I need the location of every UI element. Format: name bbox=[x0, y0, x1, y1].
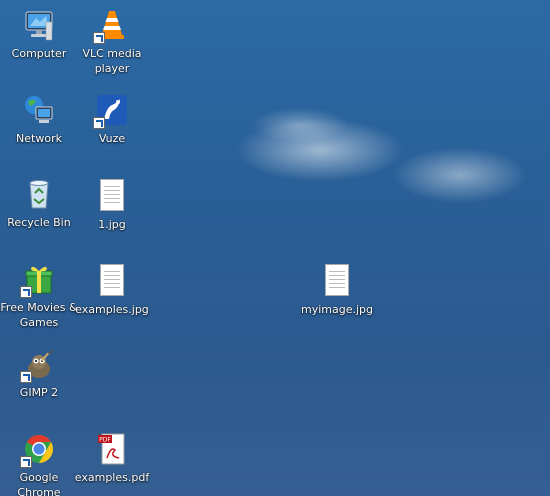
image-file-icon bbox=[95, 179, 129, 213]
desktop-icon-label: 1.jpg bbox=[98, 218, 126, 231]
desktop-icon-vlc[interactable]: VLC media player bbox=[73, 8, 151, 76]
shortcut-arrow-icon bbox=[20, 371, 32, 383]
shortcut-arrow-icon bbox=[93, 117, 105, 129]
desktop-icon-recycle-bin[interactable]: Recycle Bin bbox=[0, 177, 78, 230]
desktop-icon-examples-pdf[interactable]: PDF examples.pdf bbox=[73, 432, 151, 485]
chrome-icon bbox=[20, 432, 56, 468]
shortcut-arrow-icon bbox=[20, 456, 32, 468]
desktop-icon-label: GIMP 2 bbox=[19, 386, 59, 399]
computer-icon bbox=[22, 8, 56, 42]
desktop-icon-examples-jpg[interactable]: examples.jpg bbox=[73, 262, 151, 317]
svg-text:PDF: PDF bbox=[99, 437, 111, 444]
desktop-icon-myimage-jpg[interactable]: myimage.jpg bbox=[298, 262, 376, 317]
recycle-bin-icon bbox=[22, 177, 56, 211]
vuze-icon bbox=[93, 93, 129, 129]
desktop-icon-label: Computer bbox=[11, 47, 67, 60]
vlc-icon bbox=[93, 8, 129, 44]
desktop-icon-label: Recycle Bin bbox=[7, 216, 71, 229]
desktop: Computer VLC media player Network Vuze R… bbox=[0, 0, 550, 496]
image-file-icon bbox=[95, 264, 129, 298]
desktop-icon-label: Vuze bbox=[98, 132, 126, 145]
desktop-icon-gimp[interactable]: GIMP 2 bbox=[0, 347, 78, 400]
desktop-icon-label: Free Movies & Games bbox=[0, 301, 78, 329]
network-icon bbox=[22, 93, 56, 127]
desktop-icon-vuze[interactable]: Vuze bbox=[73, 93, 151, 146]
desktop-icon-label: Network bbox=[16, 132, 62, 145]
pdf-file-icon: PDF bbox=[95, 432, 129, 466]
desktop-icon-label: examples.jpg bbox=[75, 303, 149, 316]
gift-box-icon bbox=[20, 262, 56, 298]
desktop-icon-free-movies-games[interactable]: Free Movies & Games bbox=[0, 262, 78, 330]
desktop-icon-label: myimage.jpg bbox=[300, 303, 373, 316]
image-file-icon bbox=[320, 264, 354, 298]
gimp-icon bbox=[20, 347, 56, 383]
desktop-icon-network[interactable]: Network bbox=[0, 93, 78, 146]
desktop-icon-1-jpg[interactable]: 1.jpg bbox=[73, 177, 151, 232]
desktop-icon-label: examples.pdf bbox=[74, 471, 150, 484]
shortcut-arrow-icon bbox=[20, 286, 32, 298]
desktop-icon-label: VLC media player bbox=[82, 47, 142, 75]
desktop-icon-google-chrome[interactable]: Google Chrome bbox=[0, 432, 78, 496]
shortcut-arrow-icon bbox=[93, 32, 105, 44]
desktop-icon-label: Google Chrome bbox=[17, 471, 61, 496]
desktop-icon-computer[interactable]: Computer bbox=[0, 8, 78, 61]
